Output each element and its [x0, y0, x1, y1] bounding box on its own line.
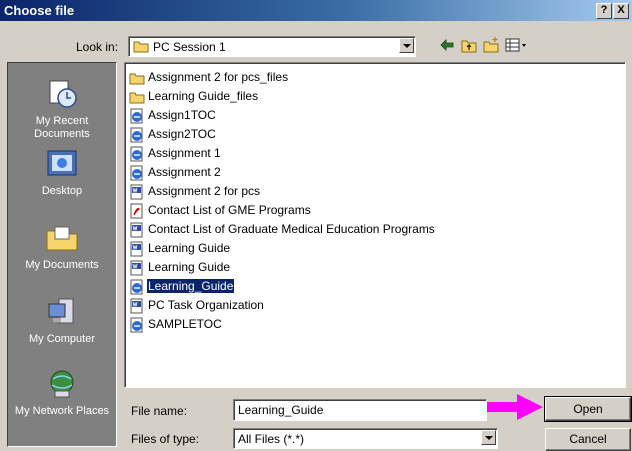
file-list[interactable]: Assignment 2 for pcs_files Learning Guide…: [124, 62, 626, 388]
word-document-icon: [129, 222, 145, 238]
window-title: Choose file: [4, 3, 75, 18]
my-computer-icon: [48, 298, 74, 324]
file-name-input[interactable]: Learning_Guide: [233, 399, 487, 421]
views-menu-icon[interactable]: [504, 36, 528, 54]
recent-documents-icon: [49, 80, 77, 108]
html-document-icon: [129, 146, 145, 162]
folder-icon: [133, 41, 149, 53]
chevron-down-icon[interactable]: [399, 38, 414, 53]
place-desktop[interactable]: Desktop: [8, 147, 116, 198]
file-name: PC Task Organization: [148, 298, 264, 313]
file-name-value: Learning_Guide: [238, 403, 324, 417]
open-button[interactable]: Open: [544, 396, 632, 422]
place-label: My Computer: [28, 333, 96, 345]
place-recent-documents[interactable]: My Recent Documents: [8, 77, 116, 141]
look-in-value: PC Session 1: [153, 40, 226, 54]
file-item[interactable]: Learning Guide: [129, 259, 231, 276]
file-item[interactable]: Assignment 2 for pcs: [129, 183, 261, 200]
file-name: Learning_Guide: [145, 278, 236, 295]
place-label: My Network Places: [14, 405, 110, 417]
file-item[interactable]: Assignment 2: [129, 164, 222, 181]
file-name: Learning Guide_files: [148, 89, 259, 104]
file-item[interactable]: Assignment 2 for pcs_files: [129, 69, 289, 86]
close-button[interactable]: X: [613, 3, 629, 19]
file-name-label: File name:: [131, 404, 188, 418]
html-document-icon: [129, 108, 145, 124]
place-my-documents[interactable]: My Documents: [8, 221, 116, 272]
file-item[interactable]: Assign2TOC: [129, 126, 217, 143]
file-name: SAMPLETOC: [148, 317, 222, 332]
file-item[interactable]: PC Task Organization: [129, 297, 265, 314]
file-item[interactable]: Learning_Guide: [129, 278, 236, 295]
html-document-icon: [129, 279, 145, 295]
file-name: Contact List of GME Programs: [148, 203, 311, 218]
file-item[interactable]: Contact List of GME Programs: [129, 202, 312, 219]
html-document-icon: [129, 317, 145, 333]
word-document-icon: [129, 184, 145, 200]
file-name: Contact List of Graduate Medical Educati…: [148, 222, 435, 237]
places-bar: My Recent Documents Desktop My Documents: [7, 62, 117, 447]
files-of-type-label: Files of type:: [131, 432, 200, 446]
file-item[interactable]: Contact List of Graduate Medical Educati…: [129, 221, 436, 238]
file-name: Assignment 2 for pcs: [148, 184, 261, 199]
file-name: Learning Guide: [148, 241, 231, 256]
title-bar: Choose file ? X: [0, 0, 632, 21]
file-item[interactable]: Assign1TOC: [129, 107, 217, 124]
cancel-button[interactable]: Cancel: [545, 428, 631, 451]
files-of-type-value: All Files (*.*): [238, 432, 305, 446]
folder-icon: [129, 70, 145, 86]
look-in-dropdown[interactable]: PC Session 1: [128, 36, 416, 57]
my-documents-icon: [46, 226, 78, 251]
pdf-document-icon: [129, 203, 145, 219]
place-label: My Documents: [25, 259, 99, 271]
back-arrow-icon[interactable]: [438, 36, 456, 54]
choose-file-dialog: Choose file ? X Look in: PC Session 1 My…: [0, 0, 632, 451]
html-document-icon: [129, 127, 145, 143]
place-network-places[interactable]: My Network Places: [8, 367, 116, 418]
file-name: Learning Guide: [148, 260, 231, 275]
file-name: Assign1TOC: [148, 108, 216, 123]
file-name: Assignment 2 for pcs_files: [148, 70, 289, 85]
place-label: My Recent Documents: [34, 115, 90, 140]
file-item[interactable]: Learning Guide_files: [129, 88, 259, 105]
look-in-label: Look in:: [76, 40, 119, 54]
pointer-arrow-icon: [487, 394, 543, 420]
file-item[interactable]: Assignment 1: [129, 145, 222, 162]
file-name: Assignment 2: [148, 165, 221, 180]
folder-icon: [129, 89, 145, 105]
html-document-icon: [129, 165, 145, 181]
new-folder-icon[interactable]: [482, 36, 500, 54]
file-item[interactable]: SAMPLETOC: [129, 316, 223, 333]
place-my-computer[interactable]: My Computer: [8, 295, 116, 346]
desktop-icon: [47, 150, 77, 176]
file-item[interactable]: Learning Guide: [129, 240, 231, 257]
file-name: Assignment 1: [148, 146, 221, 161]
word-document-icon: [129, 241, 145, 257]
files-of-type-dropdown[interactable]: All Files (*.*): [233, 428, 498, 449]
place-label: Desktop: [41, 185, 83, 197]
network-places-icon: [50, 370, 74, 398]
chevron-down-icon[interactable]: [481, 430, 496, 445]
up-folder-icon[interactable]: [460, 36, 478, 54]
file-name: Assign2TOC: [148, 127, 216, 142]
word-document-icon: [129, 298, 145, 314]
word-document-icon: [129, 260, 145, 276]
help-button[interactable]: ?: [596, 3, 612, 19]
